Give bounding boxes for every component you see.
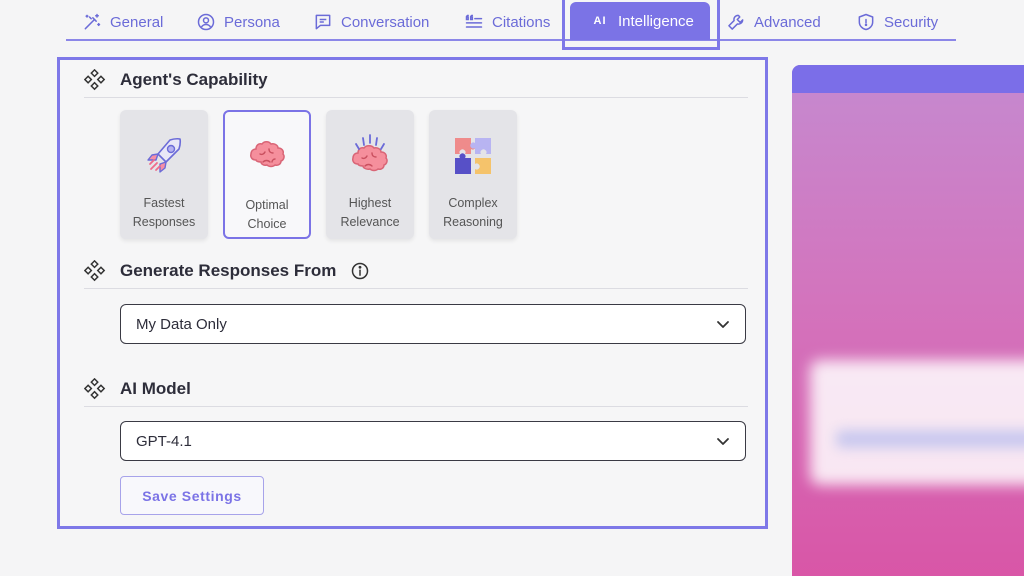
select-value: GPT-4.1	[136, 432, 192, 450]
diamond-cluster-icon	[84, 259, 106, 281]
tab-label: General	[110, 13, 164, 31]
brain-sparks-icon	[352, 134, 388, 172]
wrench-icon	[728, 14, 744, 30]
tab-label: Advanced	[754, 13, 821, 31]
tab-security[interactable]: Security	[856, 9, 938, 35]
tab-conversation[interactable]: Conversation	[313, 9, 429, 35]
brain-icon	[250, 141, 285, 168]
tab-citations[interactable]: Citations	[464, 9, 550, 35]
diamond-cluster-icon	[84, 377, 106, 399]
tab-advanced[interactable]: Advanced	[726, 9, 821, 35]
tab-persona[interactable]: Persona	[196, 9, 280, 35]
diamond-cluster-icon	[84, 68, 106, 90]
responses-section-header: Generate Responses From	[84, 253, 748, 289]
chevron-down-icon	[717, 438, 729, 445]
tab-label: Citations	[492, 13, 551, 31]
capability-options: Fastest Responses Optimal Choice Highest…	[120, 110, 517, 239]
capability-section-header: Agent's Capability	[84, 62, 748, 98]
puzzle-icon	[455, 138, 491, 174]
tab-label: Security	[884, 13, 939, 31]
preview-header	[792, 65, 1024, 93]
user-circle-icon	[197, 13, 215, 31]
preview-message-card	[810, 360, 1024, 485]
info-icon[interactable]	[350, 261, 370, 281]
chevron-down-icon	[717, 321, 729, 328]
tab-label: Persona	[224, 13, 280, 31]
active-tab-highlight	[562, 0, 720, 50]
capability-complex-reasoning[interactable]: Complex Reasoning	[429, 110, 517, 239]
shield-icon	[858, 13, 874, 31]
chat-preview-pane	[792, 65, 1024, 576]
section-title: Generate Responses From	[120, 260, 337, 280]
tab-general[interactable]: General	[82, 9, 163, 35]
section-title: AI Model	[120, 378, 191, 398]
rocket-icon	[147, 137, 182, 173]
responses-source-select[interactable]: My Data Only	[120, 304, 746, 344]
capability-fastest-responses[interactable]: Fastest Responses	[120, 110, 208, 239]
model-section-header: AI Model	[84, 371, 748, 407]
settings-tab-bar: General Persona Conversation Citations A…	[66, 0, 956, 41]
intelligence-settings-panel: Agent's Capability Fastest Responses Opt…	[57, 57, 768, 529]
capability-label: Highest Relevance	[340, 196, 400, 229]
preview-message-line	[836, 430, 1024, 448]
chat-icon	[315, 14, 331, 30]
section-title: Agent's Capability	[120, 69, 268, 89]
ai-model-select[interactable]: GPT-4.1	[120, 421, 746, 461]
tab-label: Conversation	[341, 13, 430, 31]
quote-list-icon	[465, 14, 483, 28]
capability-label: Complex Reasoning	[443, 196, 503, 229]
capability-label: Fastest Responses	[132, 196, 196, 229]
capability-label: Optimal Choice	[245, 198, 289, 231]
select-value: My Data Only	[136, 315, 227, 333]
capability-optimal-choice[interactable]: Optimal Choice	[223, 110, 311, 239]
wand-icon	[84, 13, 101, 30]
save-settings-button[interactable]: Save Settings	[120, 476, 264, 515]
capability-highest-relevance[interactable]: Highest Relevance	[326, 110, 414, 239]
